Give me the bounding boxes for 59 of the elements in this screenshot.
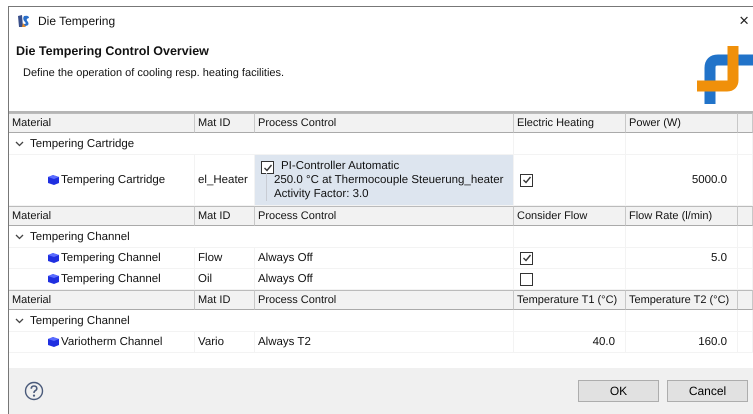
column-header[interactable]: Process Control [255,290,514,310]
tree-group-row[interactable]: Tempering Channel [9,310,255,332]
close-button[interactable]: × [735,11,753,31]
column-header[interactable]: Mat ID [195,206,255,226]
cube-icon [47,174,60,186]
column-header[interactable]: Temperature T2 (°C) [626,290,738,310]
group-label: Tempering Channel [30,314,130,326]
group-label: Tempering Channel [30,230,130,242]
tree-group-row[interactable]: Tempering Cartridge [9,133,255,155]
chevron-icon[interactable] [15,232,24,241]
checkbox[interactable] [261,161,274,174]
material-name: Tempering Cartridge [61,174,166,186]
tree-group-row[interactable]: Tempering Channel [9,226,255,248]
column-header[interactable]: Mat ID [195,113,255,133]
chevron-icon[interactable] [15,316,24,325]
table-cell: 160.0 [626,332,738,353]
table-cell: Always T2 [255,332,514,353]
column-header[interactable]: Flow Rate (l/min) [626,206,738,226]
window-title: Die Tempering [38,14,116,28]
material-name: Variotherm Channel [61,336,162,348]
controller-title: PI-Controller Automatic [281,159,400,173]
table-cell [738,226,753,248]
process-control-cell[interactable]: PI-Controller Automatic 250.0 °C at Thermocouple Steuerung_heater Activity Factor: 3.0 [255,155,514,206]
controller-detail: Activity Factor: 3.0 [274,187,370,201]
cube-icon [47,336,60,348]
table-cell: 40.0 [514,332,626,353]
table-cell: Flow [195,248,255,269]
table-cell: Always Off [255,248,514,269]
column-header[interactable]: Power (W) [626,113,738,133]
column-header[interactable]: Consider Flow [514,206,626,226]
table-cell [738,133,753,155]
group-label: Tempering Cartridge [30,138,134,150]
column-header[interactable]: Mat ID [195,290,255,310]
material-name: Tempering Channel [61,252,161,264]
column-header[interactable]: Electric Heating [514,113,626,133]
dialog-button[interactable]: OK [578,380,659,402]
table-cell: Vario [195,332,255,353]
pipe-logo-icon [697,46,753,104]
dialog-button[interactable]: Cancel [667,380,748,402]
column-header[interactable]: Process Control [255,206,514,226]
page-description: Define the operation of cooling resp. heating facilities. [22,67,284,79]
app-logo-icon [17,14,31,28]
column-header[interactable]: Material [9,206,195,226]
column-header[interactable]: Material [9,113,195,133]
chevron-icon[interactable] [15,139,24,148]
checkbox[interactable] [520,174,533,186]
cube-icon [47,273,60,285]
checkbox[interactable] [520,252,533,264]
controller-detail: 250.0 °C at Thermocouple Steuerung_heater [274,173,504,187]
column-header[interactable]: Process Control [255,113,514,133]
table-cell [738,310,753,332]
table-cell: 5.0 [626,248,738,269]
page-heading: Die Tempering Control Overview [16,44,210,58]
column-header[interactable]: Material [9,290,195,310]
checkbox[interactable] [520,272,533,286]
help-icon[interactable] [24,381,44,401]
column-header[interactable]: Temperature T1 (°C) [514,290,626,310]
material-name: Tempering Channel [61,273,161,285]
cube-icon [47,252,60,264]
